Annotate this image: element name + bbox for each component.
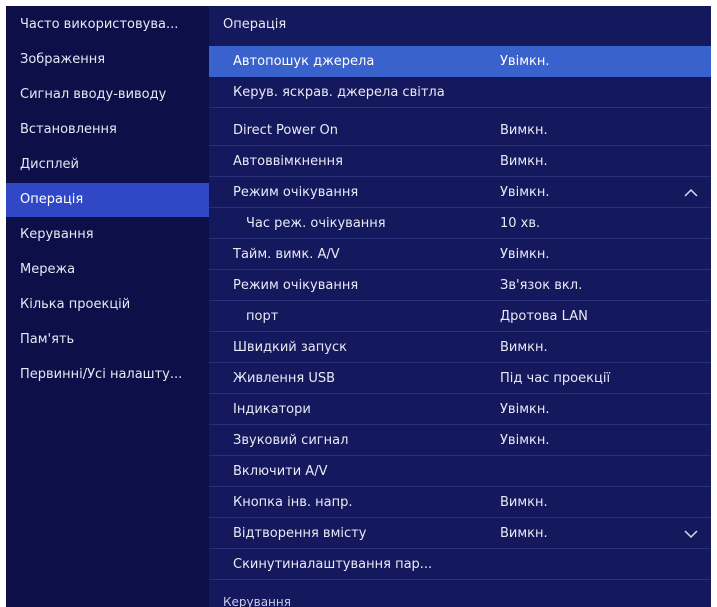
setting-label: Живлення USB: [233, 371, 336, 386]
setting-label: порт: [246, 309, 279, 324]
sidebar-item-operation[interactable]: Операція: [6, 183, 209, 217]
setting-row-light-brightness[interactable]: Керув. яскрав. джерела світла: [209, 77, 711, 108]
setting-label: Включити A/V: [233, 464, 328, 479]
setting-row-port[interactable]: порт Дротова LAN: [209, 301, 711, 332]
setting-label: Звуковий сигнал: [233, 433, 349, 448]
setting-value: Вимкн.: [500, 340, 548, 355]
setting-label: Автоввімкнення: [233, 154, 343, 169]
setting-label: Керув. яскрав. джерела світла: [233, 85, 445, 100]
setting-row-av-mute-timer[interactable]: Тайм. вимк. A/V Увімкн.: [209, 239, 711, 270]
next-section-label: Керування: [223, 595, 291, 607]
setting-label: Тайм. вимк. A/V: [233, 247, 340, 262]
sidebar-item-signal-io[interactable]: Сигнал вводу-виводу: [6, 78, 209, 112]
setting-row-standby-mode[interactable]: Режим очікування Увімкн.: [209, 177, 711, 208]
setting-row-indicators[interactable]: Індикатори Увімкн.: [209, 394, 711, 425]
setting-row-direct-power-on[interactable]: Direct Power On Вимкн.: [209, 115, 711, 146]
setting-value: Вимкн.: [500, 123, 548, 138]
sidebar-item-network[interactable]: Мережа: [6, 253, 209, 287]
setting-label: Відтворення вмісту: [233, 526, 367, 541]
sidebar-item-management[interactable]: Керування: [6, 218, 209, 252]
sidebar-item-frequent[interactable]: Часто використовува...: [6, 8, 209, 42]
setting-value: 10 хв.: [500, 216, 541, 231]
setting-value: Увімкн.: [500, 433, 550, 448]
setting-label: Режим очікування: [233, 278, 359, 293]
chevron-up-icon[interactable]: [683, 177, 699, 208]
setting-label: Direct Power On: [233, 123, 338, 138]
sidebar-item-multi-projection[interactable]: Кілька проекцій: [6, 288, 209, 322]
setting-row-auto-power-on[interactable]: Автоввімкнення Вимкн.: [209, 146, 711, 177]
setting-value: Вимкн.: [500, 495, 548, 510]
setting-value: Під час проекції: [500, 371, 611, 386]
setting-row-quick-startup[interactable]: Швидкий запуск Вимкн.: [209, 332, 711, 363]
setting-row-av-output[interactable]: Включити A/V: [209, 456, 711, 487]
panel-title: Операція: [223, 17, 287, 32]
sidebar-item-display[interactable]: Дисплей: [6, 148, 209, 182]
setting-row-auto-source-search[interactable]: Автопошук джерела Увімкн.: [209, 46, 711, 77]
setting-value: Дротова LAN: [500, 309, 588, 324]
setting-label: Скинутиналаштування пар...: [233, 557, 433, 572]
setting-row-content-playback[interactable]: Відтворення вмісту Вимкн.: [209, 518, 711, 549]
setting-value: Вимкн.: [500, 154, 548, 169]
sidebar-item-installation[interactable]: Встановлення: [6, 113, 209, 147]
setting-label: Індикатори: [233, 402, 311, 417]
setting-value: Зв'язок вкл.: [500, 278, 583, 293]
setting-label: Режим очікування: [233, 185, 359, 200]
setting-value: Вимкн.: [500, 526, 548, 541]
sidebar-item-image[interactable]: Зображення: [6, 43, 209, 77]
setting-row-standby-time[interactable]: Час реж. очікування 10 хв.: [209, 208, 711, 239]
setting-value: Увімкн.: [500, 54, 550, 69]
settings-panel: Операція Автопошук джерела Увімкн. Керув…: [209, 6, 711, 607]
setting-row-reset-settings[interactable]: Скинутиналаштування пар...: [209, 549, 711, 580]
sidebar-item-reset[interactable]: Первинні/Усі налашту...: [6, 358, 209, 392]
setting-value: Увімкн.: [500, 402, 550, 417]
chevron-down-icon[interactable]: [683, 518, 699, 549]
setting-row-usb-power[interactable]: Живлення USB Під час проекції: [209, 363, 711, 394]
setting-label: Кнопка інв. напр.: [233, 495, 353, 510]
sidebar-item-memory[interactable]: Пам'ять: [6, 323, 209, 357]
setting-label: Автопошук джерела: [233, 54, 375, 69]
setting-label: Швидкий запуск: [233, 340, 347, 355]
sidebar: Часто використовува... Зображення Сигнал…: [6, 6, 209, 607]
setting-row-beep[interactable]: Звуковий сигнал Увімкн.: [209, 425, 711, 456]
setting-value: Увімкн.: [500, 247, 550, 262]
setting-value: Увімкн.: [500, 185, 550, 200]
setting-label: Час реж. очікування: [246, 216, 386, 231]
setting-row-standby-mode-communication[interactable]: Режим очікування Зв'язок вкл.: [209, 270, 711, 301]
setting-row-inverse-button[interactable]: Кнопка інв. напр. Вимкн.: [209, 487, 711, 518]
settings-menu: Часто використовува... Зображення Сигнал…: [6, 6, 711, 607]
